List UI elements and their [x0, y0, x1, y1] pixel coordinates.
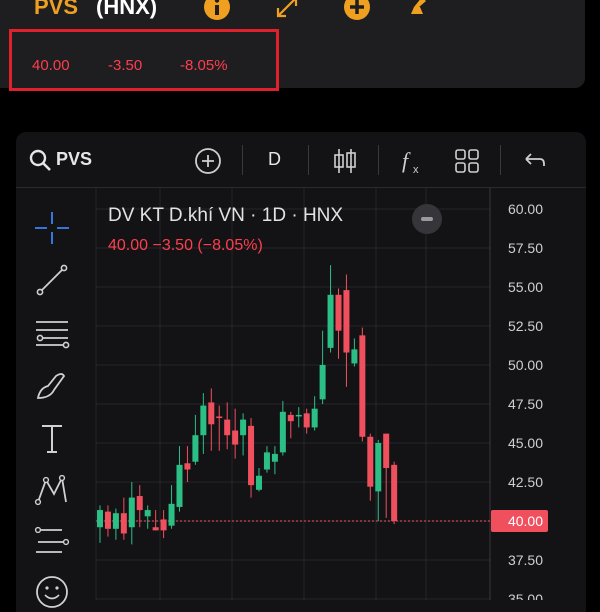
candle-body: [263, 452, 270, 470]
candlestick-chart[interactable]: 60.00 57.50 55.00 52.50 50.00 47.50 45.00 42.50…: [0, 0, 600, 600]
price-tick-label: 50.00: [508, 357, 543, 373]
candle-body: [112, 513, 119, 529]
candle-body: [184, 463, 191, 470]
price-tick-label: 35.00: [508, 591, 543, 600]
candle-body: [359, 335, 366, 437]
collapse-legend-button[interactable]: [412, 204, 442, 234]
candle-body: [383, 433, 390, 468]
candle-body: [311, 408, 318, 428]
candle-body: [271, 453, 278, 462]
candle-body: [287, 414, 294, 422]
price-tick-label: 37.50: [508, 552, 543, 568]
candle-body: [248, 425, 255, 486]
candle-body: [128, 497, 135, 528]
price-tick-label: 52.50: [508, 318, 543, 334]
candle-body: [97, 510, 103, 528]
candle-body: [367, 436, 374, 487]
candle-body: [144, 510, 151, 517]
candle-body: [391, 464, 398, 521]
chart-title: DV KT D.khí VN · 1D · HNX: [108, 205, 344, 226]
candle-body: [208, 402, 215, 425]
candle-body: [224, 419, 231, 436]
price-tick-label: 45.00: [508, 435, 543, 451]
candle-body: [192, 435, 199, 462]
candle-body: [136, 496, 143, 511]
candle-body: [351, 349, 358, 364]
candle-body: [240, 419, 247, 436]
candle-body: [232, 430, 239, 445]
candle-body: [295, 414, 302, 417]
candle-body: [120, 513, 127, 534]
candle-body: [303, 413, 310, 428]
candle-body: [327, 294, 334, 348]
candle-body: [319, 365, 326, 400]
candle-body: [152, 527, 159, 531]
candle-body: [256, 475, 262, 490]
candle-body: [168, 503, 175, 526]
candle-body: [375, 443, 382, 492]
candle-body: [279, 411, 286, 453]
candle-body: [176, 464, 183, 507]
price-tick-label: 57.50: [508, 240, 543, 256]
price-tick-label: 55.00: [508, 279, 543, 295]
last-price-badge-label: 40.00: [508, 513, 543, 529]
price-tick-label: 42.50: [508, 474, 543, 490]
candle-body: [200, 405, 207, 436]
candle-body: [343, 290, 350, 353]
candle-body: [104, 511, 111, 529]
chart-ohlc-line: 40.00 −3.50 (−8.05%): [108, 237, 263, 254]
price-tick-label: 47.50: [508, 396, 543, 412]
price-tick-label: 60.00: [508, 201, 543, 217]
candle-body: [216, 416, 223, 419]
candle-body: [335, 294, 342, 331]
candle-body: [160, 519, 167, 531]
